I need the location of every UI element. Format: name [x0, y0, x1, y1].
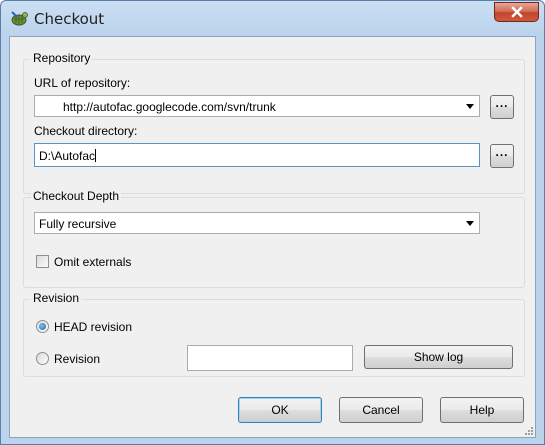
revision-group-label: Revision: [31, 291, 82, 305]
directory-browse-button[interactable]: ...: [490, 144, 514, 168]
radio-selected-dot: [39, 323, 46, 330]
title-bar[interactable]: Checkout: [1, 1, 544, 35]
url-label: URL of repository:: [34, 76, 131, 90]
depth-value: Fully recursive: [39, 217, 117, 231]
revision-input[interactable]: [187, 345, 353, 371]
revision-radio[interactable]: [36, 352, 49, 365]
omit-externals-checkbox[interactable]: [36, 255, 49, 268]
tortoisesvn-icon: [11, 11, 28, 26]
revision-label[interactable]: Revision: [54, 352, 100, 366]
omit-externals-label[interactable]: Omit externals: [54, 255, 131, 269]
dialog-body: Repository URL of repository: http://aut…: [9, 36, 536, 438]
dropdown-arrow-icon[interactable]: [466, 221, 474, 226]
directory-value: D:\Autofac: [39, 149, 96, 163]
directory-value-wrap: D:\Autofac: [39, 149, 97, 163]
url-combobox[interactable]: http://autofac.googlecode.com/svn/trunk: [34, 95, 480, 117]
revision-group: Revision HEAD revision Revision Show log: [23, 291, 525, 377]
depth-group: Checkout Depth Fully recursive Omit exte…: [23, 189, 525, 288]
directory-input[interactable]: D:\Autofac: [34, 143, 480, 167]
show-log-button[interactable]: Show log: [364, 345, 513, 369]
text-caret: [95, 149, 97, 162]
depth-combobox[interactable]: Fully recursive: [34, 212, 480, 234]
depth-group-label: Checkout Depth: [31, 189, 122, 203]
ok-button[interactable]: OK: [238, 397, 322, 423]
window-title: Checkout: [34, 10, 105, 28]
close-icon: [511, 6, 523, 18]
url-value: http://autofac.googlecode.com/svn/trunk: [63, 100, 276, 114]
head-revision-label[interactable]: HEAD revision: [54, 320, 132, 334]
dropdown-arrow-icon[interactable]: [466, 104, 474, 109]
resize-grip-icon[interactable]: [523, 425, 533, 435]
cancel-button[interactable]: Cancel: [339, 397, 423, 423]
repository-group-label: Repository: [31, 51, 93, 65]
directory-label: Checkout directory:: [34, 124, 138, 138]
head-revision-radio[interactable]: [36, 320, 49, 333]
close-button[interactable]: [494, 2, 539, 22]
checkout-dialog: Checkout Repository URL of repository: h…: [0, 0, 545, 445]
repository-group: Repository URL of repository: http://aut…: [23, 51, 525, 194]
help-button[interactable]: Help: [440, 397, 524, 423]
url-browse-button[interactable]: ...: [490, 95, 514, 119]
